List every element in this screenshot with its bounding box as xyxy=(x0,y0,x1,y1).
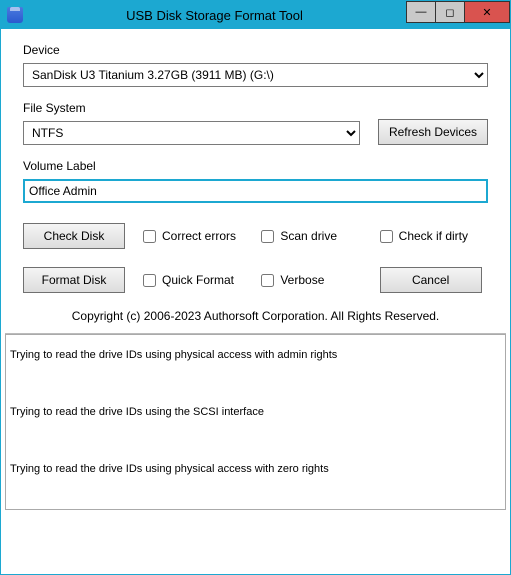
check-disk-button[interactable]: Check Disk xyxy=(23,223,125,249)
volume-group: Volume Label xyxy=(23,159,488,203)
correct-errors-checkbox[interactable]: Correct errors xyxy=(143,229,251,243)
device-label: Device xyxy=(23,43,488,57)
quick-format-checkbox[interactable]: Quick Format xyxy=(143,273,251,287)
device-group: Device SanDisk U3 Titanium 3.27GB (3911 … xyxy=(23,43,488,87)
window-buttons: — ◻ ✕ xyxy=(406,1,510,29)
app-window: USB Disk Storage Format Tool — ◻ ✕ Devic… xyxy=(0,0,511,575)
device-select[interactable]: SanDisk U3 Titanium 3.27GB (3911 MB) (G:… xyxy=(23,63,488,87)
scan-drive-input[interactable] xyxy=(261,230,274,243)
format-disk-button[interactable]: Format Disk xyxy=(23,267,125,293)
maximize-button[interactable]: ◻ xyxy=(435,1,465,23)
titlebar: USB Disk Storage Format Tool — ◻ ✕ xyxy=(1,1,510,29)
correct-errors-label: Correct errors xyxy=(162,229,236,243)
filesystem-label: File System xyxy=(23,101,360,115)
cancel-button[interactable]: Cancel xyxy=(380,267,482,293)
filesystem-select[interactable]: NTFS xyxy=(23,121,360,145)
volume-label: Volume Label xyxy=(23,159,488,173)
check-dirty-label: Check if dirty xyxy=(399,229,468,243)
volume-input[interactable] xyxy=(23,179,488,203)
scan-drive-checkbox[interactable]: Scan drive xyxy=(261,229,369,243)
minimize-button[interactable]: — xyxy=(406,1,436,23)
quick-format-input[interactable] xyxy=(143,274,156,287)
options-grid: Check Disk Correct errors Scan drive Che… xyxy=(23,223,488,293)
check-dirty-checkbox[interactable]: Check if dirty xyxy=(380,229,488,243)
log-area xyxy=(5,333,506,513)
check-dirty-input[interactable] xyxy=(380,230,393,243)
verbose-input[interactable] xyxy=(261,274,274,287)
usb-drive-icon xyxy=(7,7,23,23)
quick-format-label: Quick Format xyxy=(162,273,234,287)
verbose-checkbox[interactable]: Verbose xyxy=(261,273,369,287)
refresh-devices-button[interactable]: Refresh Devices xyxy=(378,119,488,145)
filesystem-group: File System NTFS Refresh Devices xyxy=(23,101,488,145)
window-title: USB Disk Storage Format Tool xyxy=(23,8,406,23)
verbose-label: Verbose xyxy=(280,273,324,287)
log-output[interactable] xyxy=(5,334,506,510)
client-area: Device SanDisk U3 Titanium 3.27GB (3911 … xyxy=(1,29,510,574)
scan-drive-label: Scan drive xyxy=(280,229,337,243)
correct-errors-input[interactable] xyxy=(143,230,156,243)
copyright-text: Copyright (c) 2006-2023 Authorsoft Corpo… xyxy=(23,309,488,323)
close-button[interactable]: ✕ xyxy=(464,1,510,23)
